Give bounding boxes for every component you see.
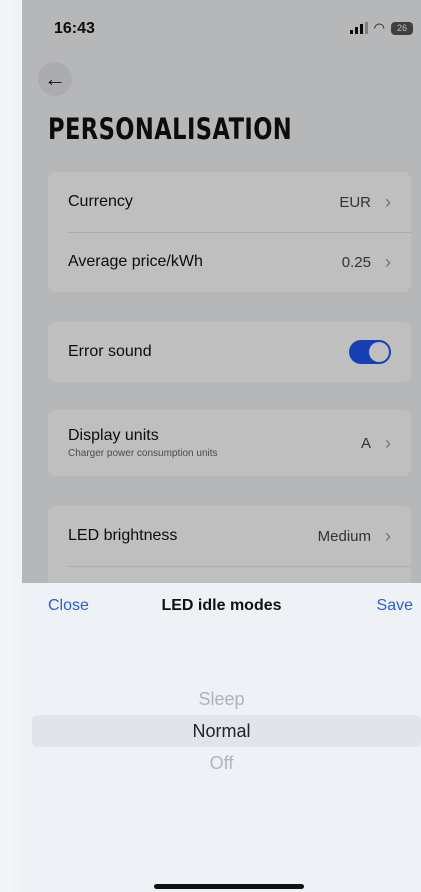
picker-option-off[interactable]: Off <box>22 747 421 779</box>
phone-screen: 16:43 ◠ 26 ← PERSONALISATION Currency EU… <box>22 0 421 892</box>
settings-screen: 16:43 ◠ 26 ← PERSONALISATION Currency EU… <box>22 0 421 892</box>
led-idle-modes-sheet: LED idle modes Close Save Sleep Normal O… <box>22 583 421 892</box>
idle-mode-picker[interactable]: Sleep Normal Off <box>22 683 421 779</box>
close-button[interactable]: Close <box>48 597 89 615</box>
picker-option-normal[interactable]: Normal <box>22 715 421 747</box>
left-strip <box>0 0 10 892</box>
home-indicator[interactable] <box>154 884 304 889</box>
save-button[interactable]: Save <box>377 597 413 615</box>
sheet-header: LED idle modes Close Save <box>22 583 421 627</box>
picker-option-sleep[interactable]: Sleep <box>22 683 421 715</box>
